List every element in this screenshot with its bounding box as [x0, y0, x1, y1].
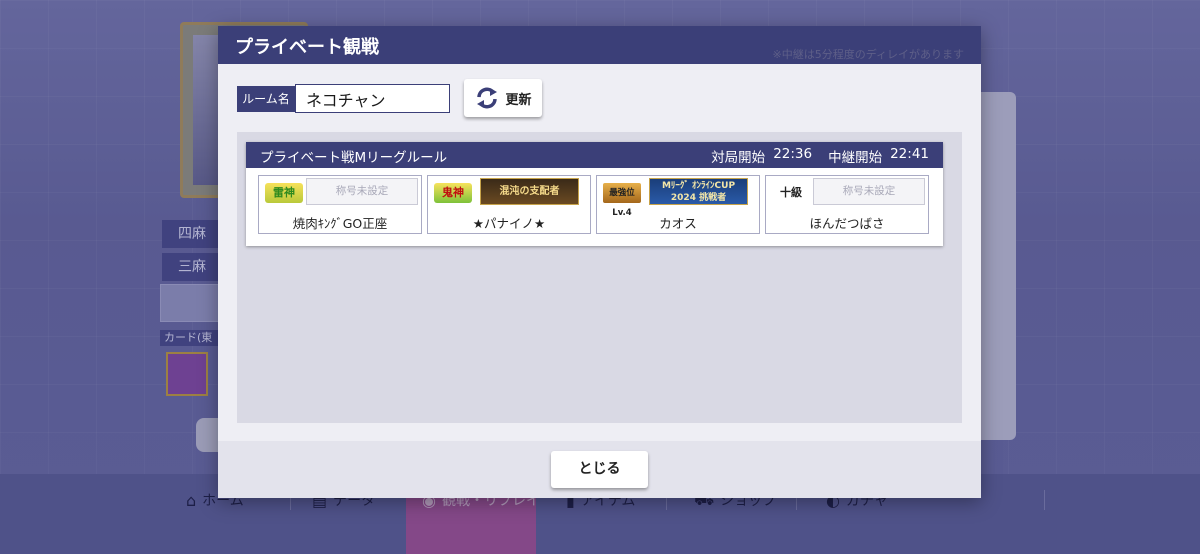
player-slot: 鬼神 混沌の支配者 ★パナイノ★ [427, 175, 591, 234]
match-header: プライベート戦Mリーグルール 対局開始 22:36 中継開始 22:41 [246, 142, 943, 168]
player-title: 混沌の支配者 [480, 178, 579, 205]
rank-badge: 十級 [780, 186, 802, 199]
dialog-header: プライベート観戦 ※中継は5分程度のディレイがあります [218, 26, 981, 64]
player-name: ほんだつばさ [809, 216, 885, 231]
rank-badge: 雷神 [265, 183, 303, 203]
player-name: ★パナイノ★ [472, 216, 546, 231]
player-name: 焼肉ｷﾝｸﾞGO正座 [292, 216, 388, 231]
relay-label: 中継開始 [828, 150, 883, 166]
relay-time: 22:41 [890, 146, 929, 162]
start-label: 対局開始 [711, 150, 766, 166]
refresh-label: 更新 [505, 92, 532, 108]
player-slot: 雷神 称号未設定 焼肉ｷﾝｸﾞGO正座 [258, 175, 422, 234]
player-title: 称号未設定 [813, 178, 925, 205]
player-name: カオス [659, 216, 697, 231]
delay-note: ※中継は5分程度のディレイがあります [772, 48, 964, 61]
start-time: 22:36 [773, 146, 813, 162]
player-title: Mﾘｰｸﾞ ｵﾝﾗｲﾝCUP 2024 挑戦者 [649, 178, 748, 205]
rank-badge: 鬼神 [434, 183, 472, 203]
refresh-icon [477, 87, 498, 109]
close-button[interactable]: とじる [551, 451, 648, 488]
private-spectate-dialog: プライベート観戦 ※中継は5分程度のディレイがあります ルーム名 更新 プライベ… [218, 26, 981, 498]
rank-badge: 最強位Lv.4 [603, 183, 641, 218]
match-times: 対局開始 22:36 中継開始 22:41 [711, 146, 929, 166]
player-slot: 十級 称号未設定 ほんだつばさ [765, 175, 929, 234]
refresh-button[interactable]: 更新 [464, 79, 542, 117]
player-title: 称号未設定 [306, 178, 418, 205]
room-name-label: ルーム名 [237, 86, 295, 112]
match-entry[interactable]: プライベート戦Mリーグルール 対局開始 22:36 中継開始 22:41 雷神 … [246, 142, 943, 246]
match-list: プライベート戦Mリーグルール 対局開始 22:36 中継開始 22:41 雷神 … [237, 132, 962, 423]
room-name-input[interactable] [295, 84, 450, 113]
dialog-title: プライベート観戦 [235, 37, 379, 58]
player-slot: 最強位Lv.4 Mﾘｰｸﾞ ｵﾝﾗｲﾝCUP 2024 挑戦者 カオス [596, 175, 760, 234]
match-rule: プライベート戦Mリーグルール [260, 150, 448, 166]
